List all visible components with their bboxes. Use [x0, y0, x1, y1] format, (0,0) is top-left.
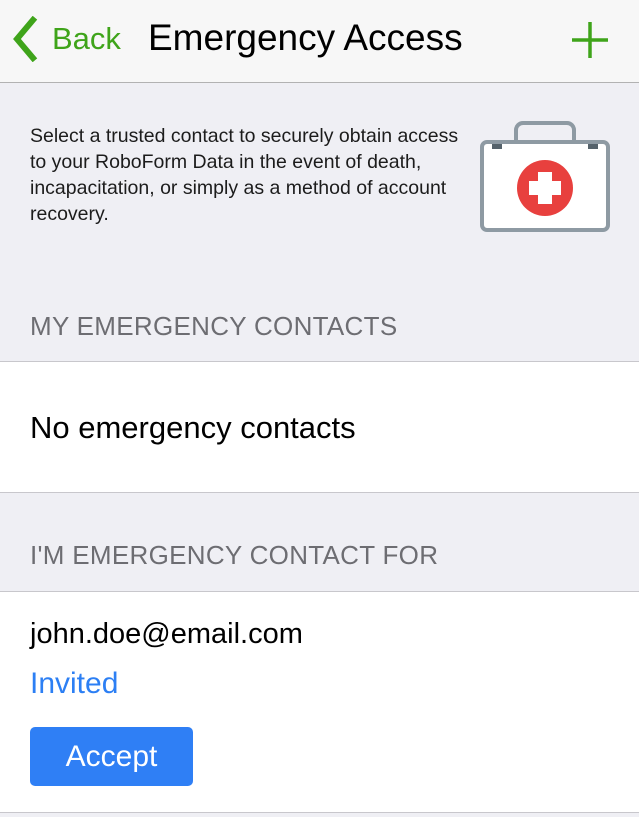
plus-icon[interactable] [569, 19, 611, 61]
my-emergency-contacts-header: MY EMERGENCY CONTACTS [30, 311, 398, 341]
list-item: john.doe@email.com Invited Accept [0, 591, 639, 813]
back-label: Back [52, 21, 121, 56]
chevron-left-icon [13, 16, 38, 62]
first-aid-kit-icon [480, 121, 610, 232]
page-title: Emergency Access [148, 17, 463, 58]
status-label: Invited [30, 667, 119, 700]
my-contacts-list: No emergency contacts [0, 361, 639, 493]
navigation-bar: Back Emergency Access [0, 0, 639, 83]
emergency-contact-for-header: I'M EMERGENCY CONTACT FOR [30, 540, 439, 570]
accept-button[interactable]: Accept [30, 727, 193, 786]
empty-contacts-message: No emergency contacts [30, 410, 356, 445]
intro-section: Select a trusted contact to securely obt… [0, 84, 639, 284]
contact-email: john.doe@email.com [30, 618, 303, 650]
intro-description: Select a trusted contact to securely obt… [30, 125, 459, 225]
back-button[interactable]: Back [12, 16, 121, 62]
